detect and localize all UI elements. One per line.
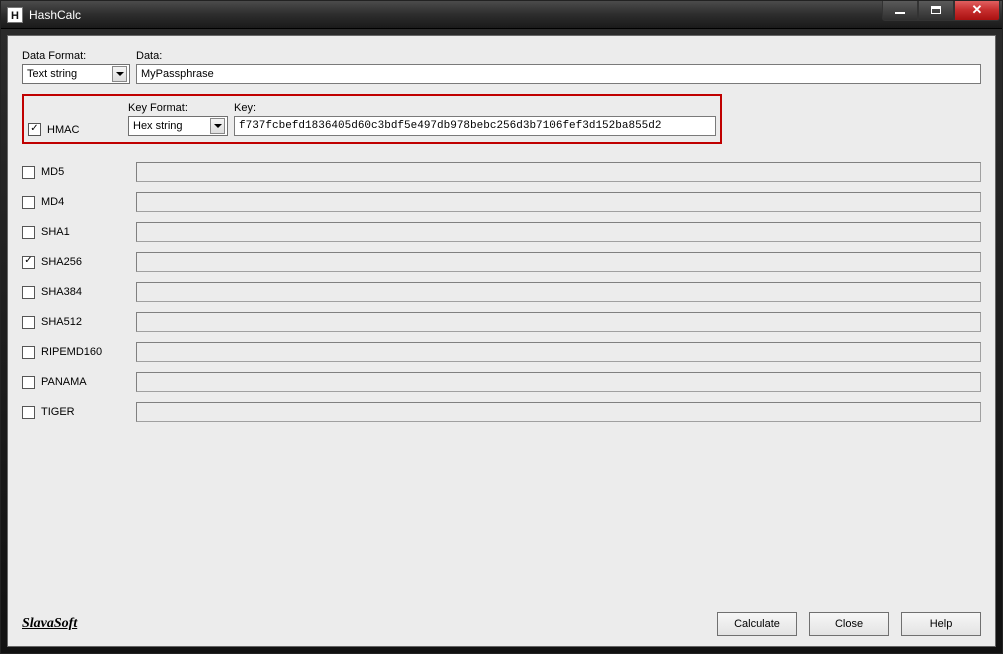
- close-icon: ✕: [972, 2, 983, 18]
- algorithm-result: [136, 312, 981, 332]
- algorithm-checkbox-area: SHA512: [22, 316, 136, 329]
- calculate-button[interactable]: Calculate: [717, 612, 797, 636]
- algorithm-checkbox-area: TIGER: [22, 406, 136, 419]
- algorithm-row: TIGER: [22, 402, 981, 422]
- spacer: [22, 432, 981, 606]
- algorithm-label: TIGER: [41, 406, 75, 418]
- algorithm-checkbox-area: SHA1: [22, 226, 136, 239]
- algorithm-checkbox[interactable]: [22, 406, 35, 419]
- algorithm-checkbox-area: MD4: [22, 196, 136, 209]
- algorithm-checkbox-area: SHA256: [22, 256, 136, 269]
- maximize-icon: [931, 6, 941, 14]
- algorithm-checkbox[interactable]: [22, 256, 35, 269]
- algorithm-row: MD4: [22, 192, 981, 212]
- algorithm-label: PANAMA: [41, 376, 87, 388]
- algorithm-result: [136, 222, 981, 242]
- window-controls: ✕: [882, 1, 1002, 21]
- titlebar[interactable]: H HashCalc ✕: [1, 1, 1002, 29]
- algorithm-result: [136, 342, 981, 362]
- key-label: Key:: [234, 102, 716, 114]
- algorithm-row: SHA256: [22, 252, 981, 272]
- algorithm-checkbox[interactable]: [22, 226, 35, 239]
- app-icon: H: [7, 7, 23, 23]
- algorithm-result: [136, 162, 981, 182]
- algorithm-checkbox[interactable]: [22, 166, 35, 179]
- algorithm-row: SHA512: [22, 312, 981, 332]
- window-title: HashCalc: [29, 8, 882, 22]
- outer-frame: Data Format: Text string Data: HMAC: [1, 29, 1002, 653]
- data-row: Data Format: Text string Data:: [22, 50, 981, 84]
- chevron-down-icon: [112, 66, 127, 82]
- algorithm-label: SHA384: [41, 286, 82, 298]
- algorithm-label: MD5: [41, 166, 64, 178]
- algorithm-label: SHA1: [41, 226, 70, 238]
- algorithm-result: [136, 282, 981, 302]
- chevron-down-icon: [210, 118, 225, 134]
- data-input[interactable]: [136, 64, 981, 84]
- algorithm-result: [136, 192, 981, 212]
- algorithm-checkbox-area: SHA384: [22, 286, 136, 299]
- minimize-button[interactable]: [882, 1, 918, 21]
- algorithm-label: SHA256: [41, 256, 82, 268]
- algorithm-label: SHA512: [41, 316, 82, 328]
- maximize-button[interactable]: [918, 1, 954, 21]
- algorithm-label: RIPEMD160: [41, 346, 102, 358]
- data-format-label: Data Format:: [22, 50, 130, 62]
- data-col: Data:: [136, 50, 981, 84]
- algorithm-row: SHA1: [22, 222, 981, 242]
- app-window: H HashCalc ✕ Data Format: Text string Da…: [0, 0, 1003, 654]
- client-area: Data Format: Text string Data: HMAC: [7, 35, 996, 647]
- algorithm-row: SHA384: [22, 282, 981, 302]
- algorithm-checkbox[interactable]: [22, 376, 35, 389]
- key-format-col: Key Format: Hex string: [128, 102, 228, 136]
- key-format-value: Hex string: [133, 120, 183, 132]
- algorithm-label: MD4: [41, 196, 64, 208]
- algorithm-row: PANAMA: [22, 372, 981, 392]
- algorithm-checkbox-area: RIPEMD160: [22, 346, 136, 359]
- brand-link[interactable]: SlavaSoft: [22, 616, 77, 632]
- algorithm-list: MD5 MD4 SHA1 SHA256 SHA384 SHA512 RIPEMD160 PAN…: [22, 162, 981, 432]
- algorithm-checkbox-area: MD5: [22, 166, 136, 179]
- hmac-checkbox-area: HMAC: [28, 123, 128, 136]
- key-format-label: Key Format:: [128, 102, 228, 114]
- algorithm-checkbox-area: PANAMA: [22, 376, 136, 389]
- hmac-label: HMAC: [47, 124, 79, 136]
- key-col: Key:: [234, 102, 716, 136]
- hmac-section: HMAC Key Format: Hex string Key:: [22, 94, 722, 144]
- algorithm-row: MD5: [22, 162, 981, 182]
- algorithm-checkbox[interactable]: [22, 286, 35, 299]
- hmac-checkbox[interactable]: [28, 123, 41, 136]
- key-input[interactable]: [234, 116, 716, 136]
- close-button[interactable]: ✕: [954, 1, 1000, 21]
- algorithm-checkbox[interactable]: [22, 346, 35, 359]
- algorithm-result: [136, 372, 981, 392]
- close-app-button[interactable]: Close: [809, 612, 889, 636]
- data-label: Data:: [136, 50, 981, 62]
- algorithm-row: RIPEMD160: [22, 342, 981, 362]
- algorithm-checkbox[interactable]: [22, 316, 35, 329]
- algorithm-checkbox[interactable]: [22, 196, 35, 209]
- algorithm-result: [136, 402, 981, 422]
- minimize-icon: [895, 12, 905, 14]
- data-format-col: Data Format: Text string: [22, 50, 130, 84]
- key-format-select[interactable]: Hex string: [128, 116, 228, 136]
- data-format-select[interactable]: Text string: [22, 64, 130, 84]
- data-format-value: Text string: [27, 68, 77, 80]
- help-button[interactable]: Help: [901, 612, 981, 636]
- algorithm-result: [136, 252, 981, 272]
- footer: SlavaSoft Calculate Close Help: [22, 606, 981, 636]
